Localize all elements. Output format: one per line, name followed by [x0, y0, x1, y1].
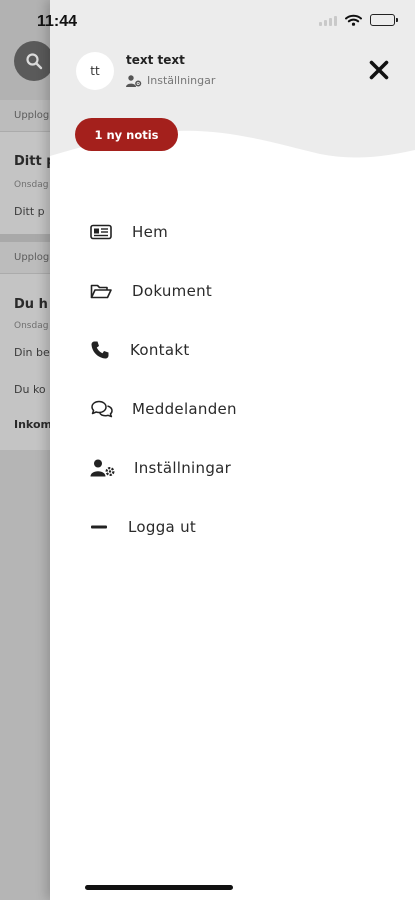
- close-icon: [369, 60, 389, 80]
- header-wave: [50, 0, 415, 158]
- chat-bubbles-icon: [90, 397, 118, 421]
- menu-item-label: Hem: [132, 223, 169, 241]
- status-icons: [319, 14, 398, 26]
- list-item-bold: Inkom: [14, 418, 52, 431]
- menu-item-hem[interactable]: Hem: [90, 214, 370, 250]
- user-name: text text: [126, 53, 185, 67]
- list-item-body: Du ko: [14, 383, 46, 396]
- avatar-initials: tt: [90, 64, 100, 78]
- list-item-meta: Onsdag: [14, 180, 49, 190]
- minus-icon: [90, 515, 118, 539]
- close-button[interactable]: [366, 57, 392, 83]
- menu-item-label: Meddelanden: [132, 400, 237, 418]
- notification-badge[interactable]: 1 ny notis: [75, 118, 178, 151]
- list-item-meta: Onsdag: [14, 321, 49, 331]
- section-label: Upplog: [14, 110, 50, 121]
- id-card-icon: [90, 220, 118, 244]
- menu-item-kontakt[interactable]: Kontakt: [90, 332, 370, 368]
- menu-item-dokument[interactable]: Dokument: [90, 273, 370, 309]
- search-icon: [26, 53, 43, 70]
- drawer-header: tt text text Inställningar 1 ny notis: [50, 0, 415, 200]
- cellular-signal-icon: [319, 15, 337, 26]
- menu-item-label: Dokument: [132, 282, 213, 300]
- folder-open-icon: [90, 279, 118, 303]
- menu-item-logga-ut[interactable]: Logga ut: [90, 509, 370, 545]
- battery-icon: [370, 14, 398, 26]
- phone-icon: [90, 338, 118, 362]
- home-indicator[interactable]: [85, 885, 233, 890]
- menu-item-label: Inställningar: [134, 459, 232, 477]
- menu-item-label: Kontakt: [130, 341, 190, 359]
- menu-item-label: Logga ut: [128, 518, 197, 536]
- navigation-drawer: tt text text Inställningar 1 ny notis He…: [50, 0, 415, 900]
- settings-link-label: Inställningar: [147, 74, 216, 87]
- user-gear-icon: [126, 74, 142, 87]
- search-button[interactable]: [14, 41, 54, 81]
- list-item-body: Ditt p: [14, 205, 45, 218]
- list-item-body: Din be: [14, 346, 50, 359]
- wifi-icon: [345, 14, 362, 26]
- avatar[interactable]: tt: [76, 52, 114, 90]
- user-gear-icon: [90, 456, 118, 480]
- settings-link[interactable]: Inställningar: [126, 74, 215, 87]
- list-item-title[interactable]: Du h: [14, 297, 48, 312]
- menu-item-installningar[interactable]: Inställningar: [90, 450, 370, 486]
- section-label: Upplog: [14, 252, 50, 263]
- menu-item-meddelanden[interactable]: Meddelanden: [90, 391, 370, 427]
- status-time: 11:44: [37, 13, 78, 30]
